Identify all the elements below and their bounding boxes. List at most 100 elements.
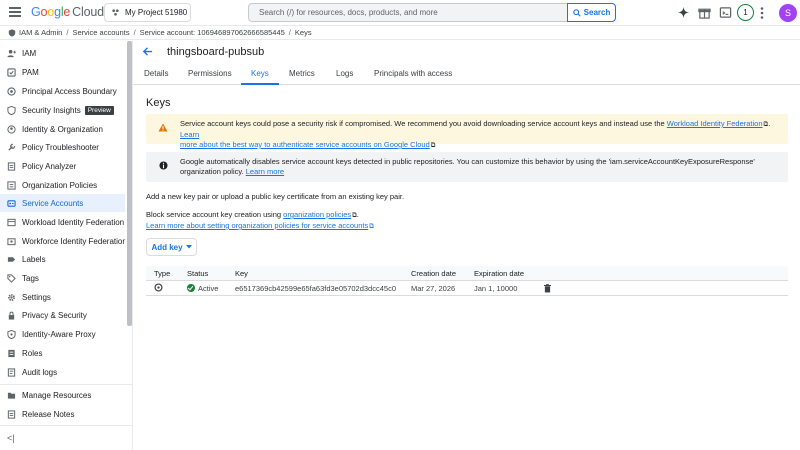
back-arrow-icon[interactable]: [142, 46, 153, 57]
label-icon: [7, 256, 16, 262]
search-placeholder: Search (/) for resources, docs, products…: [259, 8, 438, 17]
sidebar-item-identity-organization[interactable]: Identity & Organization: [0, 120, 125, 138]
sidebar-item-pam[interactable]: PAM: [0, 63, 125, 81]
active-tab-indicator: [241, 83, 279, 85]
sidebar-item-label: IAM: [22, 48, 37, 58]
sidebar-item-policy-troubleshooter[interactable]: Policy Troubleshooter: [0, 138, 125, 156]
column-header-creation-date[interactable]: Creation date: [411, 269, 456, 278]
top-bar: Google Cloud My Project 51980 Search (/) …: [0, 0, 800, 26]
breadcrumb-iam-admin[interactable]: IAM & Admin: [19, 28, 62, 37]
sidebar-item-roles[interactable]: Roles: [0, 344, 125, 362]
google-cloud-logo[interactable]: Google Cloud: [31, 5, 104, 19]
wrench-icon: [8, 143, 16, 151]
logo-cloud-text: Cloud: [72, 5, 104, 19]
insights-icon: [7, 105, 16, 115]
search-button[interactable]: Search: [567, 3, 616, 22]
sidebar-item-labels[interactable]: Labels: [0, 250, 125, 268]
warning-text: Service account keys could pose a securi…: [180, 119, 780, 151]
breadcrumb-service-accounts[interactable]: Service accounts: [72, 28, 129, 37]
key-status: Active: [187, 284, 218, 293]
sidebar-item-label: Tags: [22, 273, 39, 283]
learn-more-auth-link-cont[interactable]: more about the best way to authenticate …: [180, 140, 430, 149]
add-key-label: Add key: [151, 242, 183, 252]
breadcrumb-service-account[interactable]: Service account: 106946897062666585445: [140, 28, 285, 37]
tab-metrics[interactable]: Metrics: [289, 69, 315, 85]
sidebar-item-manage-resources[interactable]: Manage Resources: [0, 386, 125, 404]
sidebar-item-identity-aware-proxy[interactable]: Identity-Aware Proxy: [0, 325, 125, 343]
sidebar-item-principal-access-boundary[interactable]: Principal Access Boundary: [0, 82, 125, 100]
workload-identity-federation-link[interactable]: Workload Identity Federation: [667, 119, 763, 128]
gift-icon[interactable]: [698, 6, 711, 19]
sidebar-item-label: Policy Analyzer: [22, 161, 77, 171]
sidebar-item-label: Audit logs: [22, 367, 58, 377]
sidebar-item-label: Workforce Identity Federation: [22, 236, 125, 246]
delete-icon[interactable]: [544, 284, 551, 293]
sidebar-item-privacy-security[interactable]: Privacy & Security: [0, 306, 125, 324]
sidebar-item-label: Labels: [22, 254, 46, 264]
preview-badge: Preview: [84, 105, 114, 115]
info-learn-more-link[interactable]: Learn more: [246, 167, 284, 176]
sidebar-item-settings[interactable]: Settings: [0, 288, 125, 306]
sidebar-item-label: Service Accounts: [22, 198, 84, 208]
organization-policies-link[interactable]: organization policies: [283, 210, 351, 219]
tab-logs[interactable]: Logs: [336, 69, 353, 85]
tab-permissions[interactable]: Permissions: [188, 69, 232, 85]
breadcrumb-separator: /: [66, 28, 69, 37]
avatar[interactable]: S: [779, 4, 797, 22]
column-header-expiration-date[interactable]: Expiration date: [474, 269, 524, 278]
boundary-icon: [7, 86, 16, 96]
project-picker-button[interactable]: My Project 51980: [104, 3, 191, 22]
sidebar-item-tags[interactable]: Tags: [0, 269, 125, 287]
learn-more-org-policies: Learn more about setting organization po…: [146, 221, 374, 231]
info-icon: [159, 161, 168, 170]
info-text-part: organization policy.: [180, 167, 246, 176]
sidebar-item-label: Security Insights: [22, 105, 81, 115]
block-key-creation-text: Block service account key creation using…: [146, 210, 359, 220]
federation-icon: [7, 218, 16, 226]
notification-count: 1: [743, 8, 748, 17]
collapse-sidebar-icon[interactable]: <|: [7, 433, 15, 443]
column-header-key[interactable]: Key: [235, 269, 248, 278]
sidebar-item-label: Manage Resources: [22, 390, 92, 400]
sidebar-item-workload-identity-federation[interactable]: Workload Identity Federation: [0, 213, 125, 231]
sidebar-item-label: Privacy & Security: [22, 310, 87, 320]
sidebar-item-label: Release Notes: [22, 409, 75, 419]
column-header-status[interactable]: Status: [187, 269, 208, 278]
info-banner: Google automatically disables service ac…: [146, 152, 788, 182]
sidebar-item-audit-logs[interactable]: Audit logs: [0, 363, 125, 381]
learn-more-auth-link[interactable]: Learn: [180, 130, 199, 139]
proxy-icon: [7, 329, 16, 339]
logo-letter: e: [63, 5, 71, 19]
policy-analyzer-icon: [7, 161, 16, 171]
shield-icon: [8, 28, 16, 37]
key-expiration-date: Jan 1, 10000: [474, 284, 518, 293]
logo-letter: G: [31, 5, 41, 19]
notification-badge[interactable]: 1: [737, 4, 754, 21]
project-name: My Project 51980: [125, 8, 188, 17]
menu-icon[interactable]: [9, 7, 21, 17]
learn-more-org-policies-link[interactable]: Learn more about setting organization po…: [146, 221, 368, 230]
sidebar-item-release-notes[interactable]: Release Notes: [0, 405, 125, 423]
search-input[interactable]: Search (/) for resources, docs, products…: [248, 3, 568, 22]
warning-banner: Service account keys could pose a securi…: [146, 114, 788, 149]
sidebar-scrollbar[interactable]: [127, 41, 132, 326]
add-key-description: Add a new key pair or upload a public ke…: [146, 192, 405, 201]
sidebar-item-label: Roles: [22, 348, 43, 358]
sidebar-item-service-accounts[interactable]: Service Accounts: [0, 194, 125, 212]
gemini-sparkle-icon[interactable]: [677, 6, 690, 19]
sidebar-item-label: Principal Access Boundary: [22, 86, 117, 96]
tab-principals-with-access[interactable]: Principals with access: [374, 69, 452, 85]
more-vert-icon[interactable]: [760, 6, 764, 20]
add-key-button[interactable]: Add key: [146, 238, 197, 256]
warning-text-part: Service account keys could pose a securi…: [180, 119, 667, 128]
sidebar-item-policy-analyzer[interactable]: Policy Analyzer: [0, 157, 125, 175]
tab-details[interactable]: Details: [144, 69, 168, 85]
sidebar-item-iam[interactable]: IAM: [0, 44, 125, 62]
workforce-icon: [7, 237, 16, 245]
sidebar-item-organization-policies[interactable]: Organization Policies: [0, 176, 125, 194]
cloud-shell-icon[interactable]: [719, 6, 732, 19]
sidebar-item-security-insights[interactable]: Security Insights Preview: [0, 101, 125, 119]
column-header-type[interactable]: Type: [154, 269, 170, 278]
sidebar-item-workforce-identity-federation[interactable]: Workforce Identity Federation: [0, 232, 125, 250]
key-type-icon: [154, 283, 163, 292]
